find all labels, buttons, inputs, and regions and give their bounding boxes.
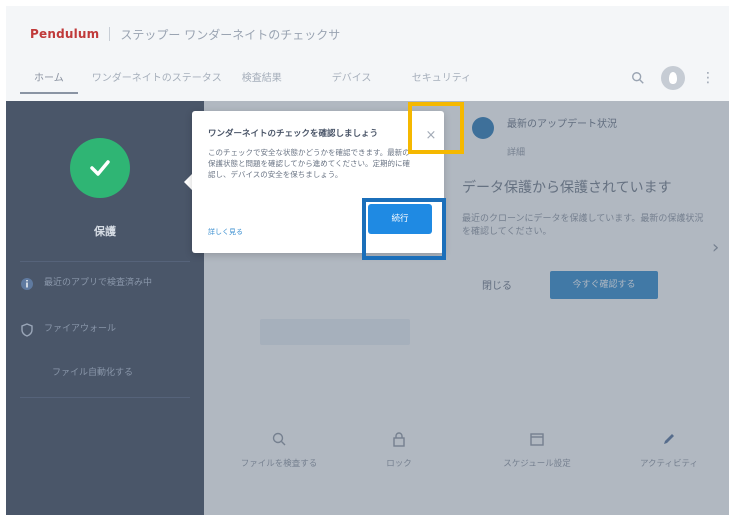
brand-row: Pendulum ステップー ワンダーネイトのチェックサ — [30, 24, 340, 44]
brand-divider — [109, 27, 111, 41]
status-indicator — [70, 138, 130, 198]
sidebar-divider — [20, 397, 190, 398]
highlight-close-box — [408, 102, 464, 154]
tab-devices[interactable]: デバイス — [318, 64, 398, 94]
tab-status[interactable]: ワンダーネイトのステータス — [78, 64, 228, 94]
shield-icon — [21, 323, 33, 337]
status-label: 保護 — [94, 225, 116, 238]
highlight-action-box — [362, 198, 446, 260]
sidebar-item-scan[interactable]: 最近のアプリで検査済み中 — [20, 277, 170, 291]
tab-results[interactable]: 検査結果 — [228, 64, 318, 94]
sidebar-item-automate[interactable]: ファイル自動化する — [52, 367, 133, 380]
sidebar-item-label: ファイル自動化する — [52, 368, 134, 378]
app-header: Pendulum ステップー ワンダーネイトのチェックサ ホーム ワンダーネイト… — [6, 6, 729, 101]
tab-home[interactable]: ホーム — [20, 64, 78, 94]
brand-logo[interactable]: Pendulum — [30, 27, 99, 41]
info-icon — [21, 278, 33, 290]
app-window: Pendulum ステップー ワンダーネイトのチェックサ ホーム ワンダーネイト… — [6, 6, 729, 515]
avatar-icon[interactable] — [661, 66, 685, 90]
nav-tabs: ホーム ワンダーネイトのステータス 検査結果 デバイス セキュリティ — [20, 64, 471, 94]
dialog-body: このチェックで安全な状態かどうかを確認できます。最新の保護状態と問題を確認してか… — [208, 148, 411, 179]
page-title: ステップー ワンダーネイトのチェックサ — [120, 27, 341, 42]
learn-more-link[interactable]: 詳しく見る — [208, 227, 243, 237]
sidebar-item-label: 最近のアプリで検査済み中 — [44, 278, 153, 288]
tab-security[interactable]: セキュリティ — [398, 64, 471, 94]
header-actions: ⋮ — [631, 66, 715, 90]
more-vert-icon[interactable]: ⋮ — [701, 70, 715, 86]
sidebar-divider — [20, 261, 190, 262]
search-icon[interactable] — [631, 71, 645, 85]
dialog-title: ワンダーネイトのチェックを確認しましょう — [208, 129, 379, 139]
check-icon — [90, 160, 110, 176]
sidebar-item-firewall[interactable]: ファイアウォール — [20, 323, 116, 337]
sidebar-item-label: ファイアウォール — [44, 324, 117, 334]
sidebar: 保護 最近のアプリで検査済み中 ファイアウォール ファイル自動化する — [6, 101, 204, 515]
popover-arrow — [184, 174, 192, 190]
